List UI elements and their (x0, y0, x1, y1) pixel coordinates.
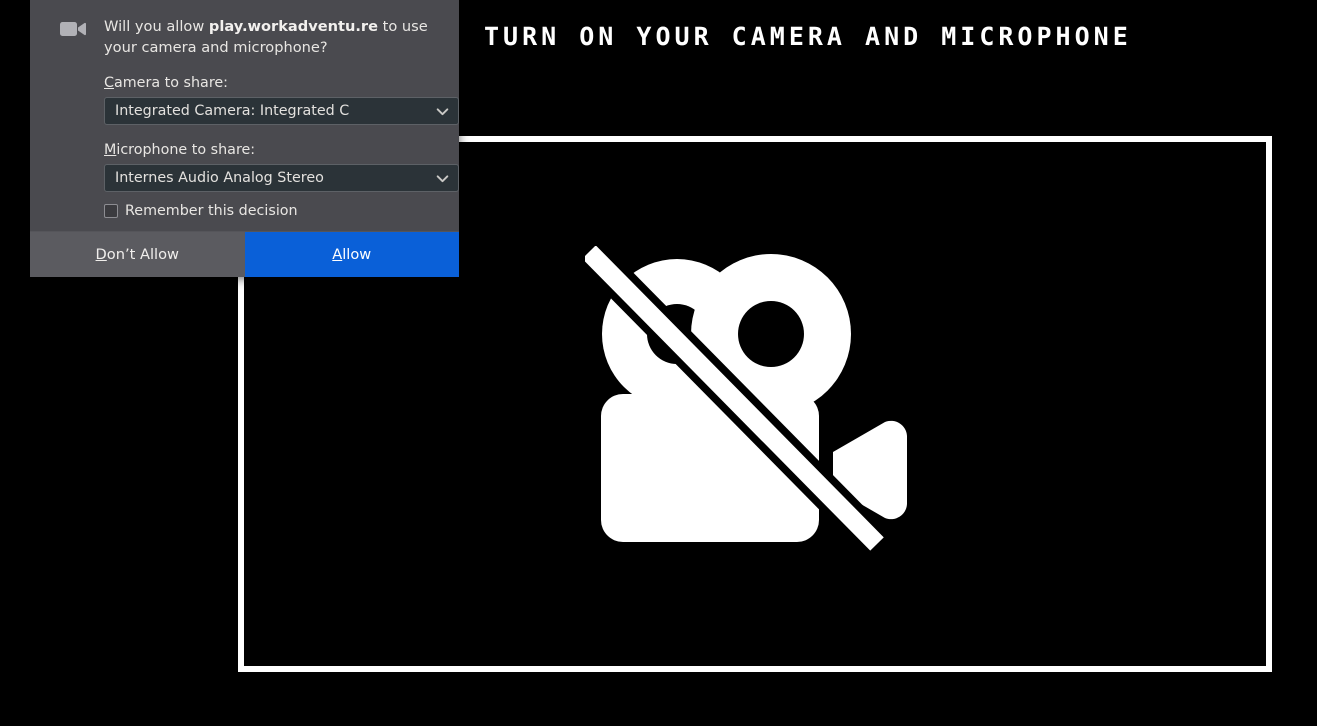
camera-select-label: Camera to share: (104, 75, 443, 92)
dialog-body: Will you allow play.workadventu.re to us… (30, 0, 459, 231)
dialog-header: Will you allow play.workadventu.re to us… (46, 8, 443, 58)
camera-select[interactable]: Integrated Camera: Integrated C (104, 97, 459, 125)
microphone-select-label: Microphone to share: (104, 142, 443, 159)
camera-microphone-permission-dialog[interactable]: Will you allow play.workadventu.re to us… (30, 0, 459, 277)
origin-host: play.workadventu.re (208, 18, 378, 35)
chevron-down-icon (436, 107, 449, 115)
microphone-select[interactable]: Internes Audio Analog Stereo (104, 164, 459, 192)
microphone-select-value: Internes Audio Analog Stereo (115, 170, 324, 186)
dont-allow-button[interactable]: Don’t Allow (30, 232, 245, 277)
chevron-down-icon (436, 174, 449, 182)
allow-button[interactable]: Allow (244, 232, 459, 277)
question-prefix: Will you allow (104, 18, 209, 35)
remember-decision-row[interactable]: Remember this decision (104, 203, 443, 219)
microphone-label-rest: icrophone to share: (116, 142, 256, 158)
remember-decision-label: Remember this decision (125, 203, 298, 219)
camera-select-value: Integrated Camera: Integrated C (115, 103, 350, 119)
allow-accesskey: A (332, 246, 343, 263)
dont-allow-accesskey: D (95, 246, 107, 263)
allow-label: llow (342, 246, 372, 263)
remember-decision-checkbox[interactable] (104, 204, 118, 218)
camera-icon (60, 22, 87, 36)
camera-label-rest: amera to share: (113, 75, 228, 91)
camera-off-icon (585, 246, 907, 551)
camera-label-accesskey: C (104, 75, 114, 91)
permission-question: Will you allow play.workadventu.re to us… (104, 13, 443, 58)
page-title: TURN ON YOUR CAMERA AND MICROPHONE (484, 22, 1132, 51)
microphone-label-accesskey: M (104, 142, 117, 158)
dialog-button-row: Don’t Allow Allow (30, 231, 459, 277)
dont-allow-label: on’t Allow (106, 246, 179, 263)
